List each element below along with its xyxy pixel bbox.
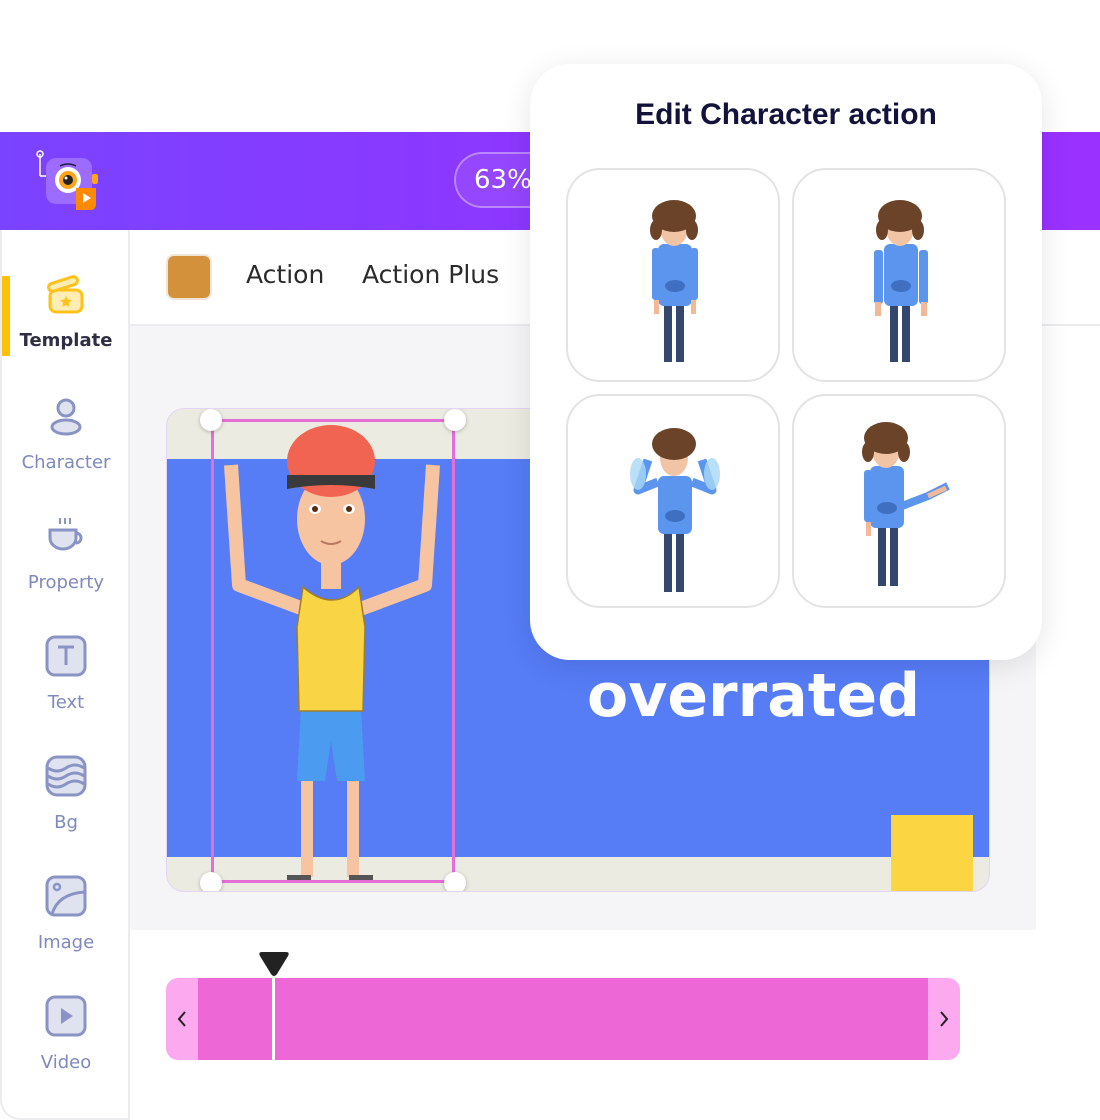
text-t-icon: [45, 635, 87, 677]
sidebar: Template Character Property Text Bg Imag…: [0, 230, 130, 1120]
resize-handle-top-right[interactable]: [444, 409, 466, 431]
sidebar-label: Property: [27, 572, 105, 593]
sidebar-label: Template: [19, 330, 113, 351]
waves-icon: [45, 755, 87, 797]
timeline-next-button[interactable]: [928, 978, 960, 1060]
chevron-right-icon: [940, 1011, 949, 1027]
timeline-track[interactable]: [166, 978, 960, 1060]
color-swatch[interactable]: [166, 254, 212, 300]
resize-handle-bottom-right[interactable]: [444, 872, 466, 891]
image-icon: [45, 875, 87, 917]
popup-title: Edit Character action: [635, 98, 937, 131]
app-logo-icon[interactable]: [36, 150, 102, 212]
action-option-presenting[interactable]: [792, 394, 1006, 608]
selection-box[interactable]: [211, 419, 455, 883]
sidebar-item-video[interactable]: Video: [2, 982, 130, 1092]
sidebar-label: Character: [21, 452, 111, 473]
action-option-hands-on-head[interactable]: [566, 394, 780, 608]
zoom-level-value: 63%: [474, 165, 532, 195]
timeline-clip[interactable]: [198, 978, 928, 1060]
action-tab[interactable]: Action: [246, 260, 324, 289]
template-box-icon: [47, 275, 84, 314]
sidebar-item-property[interactable]: Property: [2, 502, 130, 612]
playhead-line: [272, 978, 275, 1060]
resize-handle-top-left[interactable]: [200, 409, 222, 431]
sidebar-item-character[interactable]: Character: [2, 382, 130, 492]
sidebar-item-text[interactable]: Text: [2, 622, 130, 732]
playhead-marker-icon[interactable]: [258, 950, 290, 978]
sidebar-label: Text: [47, 692, 85, 713]
chevron-left-icon: [177, 1011, 186, 1027]
timeline: [130, 930, 1100, 1120]
sidebar-label: Image: [37, 932, 95, 953]
character-curly-presenting-icon: [862, 422, 950, 586]
character-curly-standing-icon: [650, 200, 698, 362]
sidebar-item-image[interactable]: Image: [2, 862, 130, 972]
action-plus-tab[interactable]: Action Plus: [362, 260, 499, 289]
scene-yellow-block[interactable]: [891, 815, 973, 891]
scene-text[interactable]: overrated: [587, 661, 927, 731]
edit-character-action-popup: Edit Character action: [530, 64, 1042, 660]
action-option-standing-idle[interactable]: [566, 168, 780, 382]
video-play-icon: [45, 995, 87, 1037]
person-icon: [50, 398, 82, 436]
sidebar-item-template[interactable]: Template: [2, 260, 130, 370]
sidebar-label: Bg: [54, 812, 78, 833]
resize-handle-bottom-left[interactable]: [200, 872, 222, 891]
character-curly-crying-icon: [630, 428, 720, 592]
sidebar-item-bg[interactable]: Bg: [2, 742, 130, 852]
timeline-prev-button[interactable]: [166, 978, 198, 1060]
action-option-standing-arms-down[interactable]: [792, 168, 1006, 382]
coffee-cup-icon: [48, 518, 83, 551]
character-curly-arms-down-icon: [874, 200, 928, 362]
sidebar-label: Video: [40, 1052, 92, 1073]
